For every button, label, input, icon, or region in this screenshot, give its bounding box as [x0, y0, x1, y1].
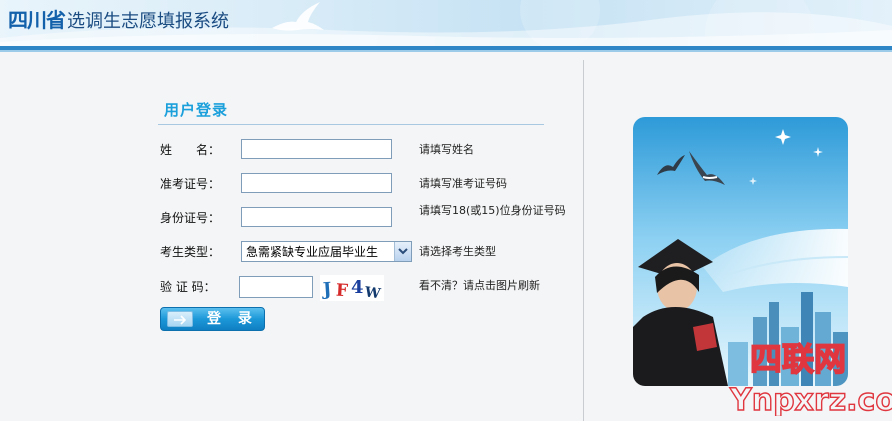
watermark-url: Ynpxrz.com — [729, 383, 892, 416]
exam-id-input[interactable] — [241, 173, 392, 193]
arrow-right-icon — [167, 311, 193, 327]
captcha-image[interactable]: J F 4 W — [320, 275, 384, 301]
app-title-system: 选调生志愿填报系统 — [67, 11, 229, 32]
candidate-type-select[interactable]: 急需紧缺专业应届毕业生 — [241, 241, 412, 262]
svg-text:W: W — [363, 284, 382, 301]
dove-icon — [272, 2, 324, 31]
login-button[interactable]: 登 录 — [160, 307, 265, 331]
header-band-light — [0, 50, 892, 52]
login-button-label: 登 录 — [207, 311, 258, 327]
captcha-input[interactable] — [239, 276, 313, 298]
id-card-label: 身份证号： — [160, 211, 221, 225]
id-card-hint: 请填写18(或15)位身份证号码 — [419, 204, 566, 217]
login-title: 用户登录 — [164, 101, 229, 119]
candidate-type-value: 急需紧缺专业应届毕业生 — [246, 245, 379, 259]
exam-id-hint: 请填写准考证号码 — [419, 177, 507, 190]
site-watermark: 四联网 Ynpxrz.com — [728, 339, 892, 416]
candidate-type-label: 考生类型： — [160, 245, 221, 259]
app-title-province: 四川省 — [8, 8, 66, 32]
exam-id-label: 准考证号： — [160, 177, 221, 191]
vertical-divider — [583, 60, 584, 421]
app-title: 四川省 选调生志愿填报系统 — [8, 7, 229, 35]
name-label: 姓 名： — [160, 143, 221, 157]
captcha-hint: 看不清？请点击图片刷新 — [419, 279, 540, 292]
name-hint: 请填写姓名 — [419, 143, 474, 156]
chevron-down-icon[interactable] — [394, 242, 411, 261]
name-input[interactable] — [241, 139, 392, 159]
candidate-type-hint: 请选择考生类型 — [419, 245, 496, 258]
svg-text:F: F — [335, 281, 348, 301]
captcha-label: 验 证 码： — [160, 280, 216, 294]
login-title-underline — [158, 124, 544, 125]
id-card-input[interactable] — [241, 207, 392, 227]
watermark-cn: 四联网 — [750, 340, 846, 378]
page-header: 四川省 选调生志愿填报系统 — [0, 0, 892, 46]
svg-text:4: 4 — [351, 277, 364, 298]
